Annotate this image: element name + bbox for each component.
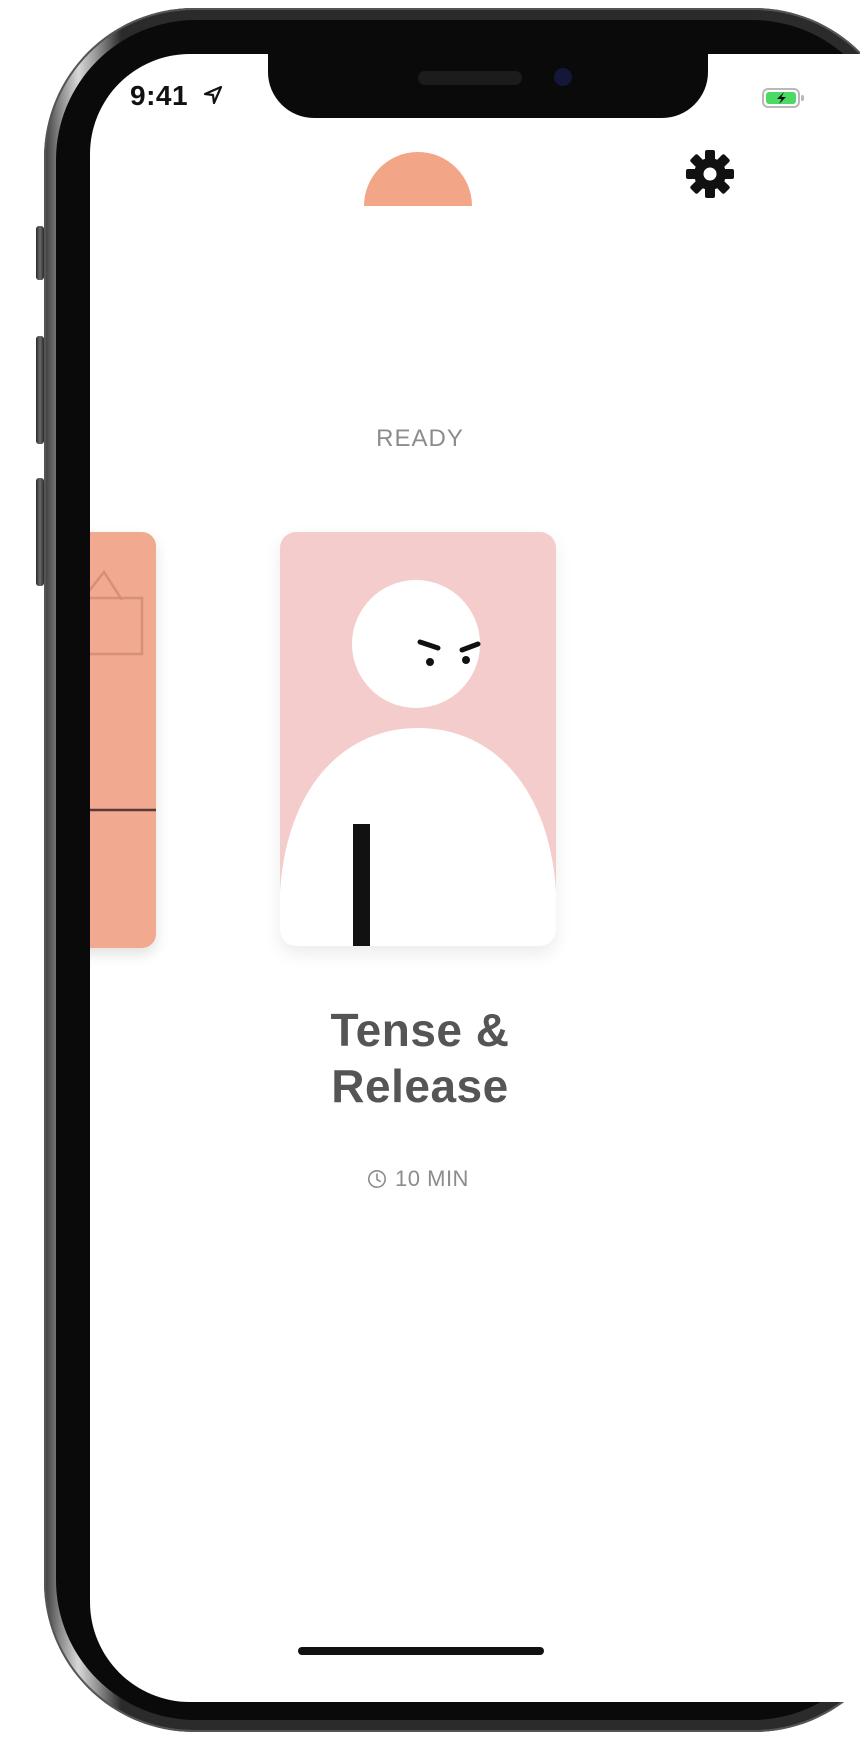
speaker-grille [418, 71, 522, 85]
session-status-label: READY [376, 425, 464, 452]
session-title: Tense & Release [240, 1002, 600, 1114]
location-arrow-icon [203, 85, 223, 105]
prev-session-card[interactable] [90, 532, 156, 948]
status-bar-time: 9:41 [130, 80, 189, 111]
stage: 9:41 READY Tense & Release 10 MIN [0, 0, 860, 1738]
volume-up-button [36, 336, 44, 444]
mute-switch [36, 226, 44, 280]
clock-icon [368, 1170, 387, 1188]
home-indicator[interactable] [298, 1647, 544, 1655]
session-duration: 10 MIN [318, 1164, 518, 1194]
gear-icon[interactable] [684, 148, 736, 200]
sun-logo [364, 152, 472, 206]
screen: 9:41 READY Tense & Release 10 MIN [90, 54, 860, 1702]
session-card[interactable] [280, 532, 556, 946]
volume-down-button [36, 478, 44, 586]
prev-card-illustration [90, 569, 156, 812]
session-duration-text: 10 MIN [395, 1166, 469, 1191]
front-camera [554, 68, 572, 86]
battery-charging-icon [762, 88, 804, 108]
tense-figure-illustration [280, 580, 556, 946]
notch [268, 54, 708, 118]
session-title-text: Tense & Release [330, 1004, 510, 1112]
